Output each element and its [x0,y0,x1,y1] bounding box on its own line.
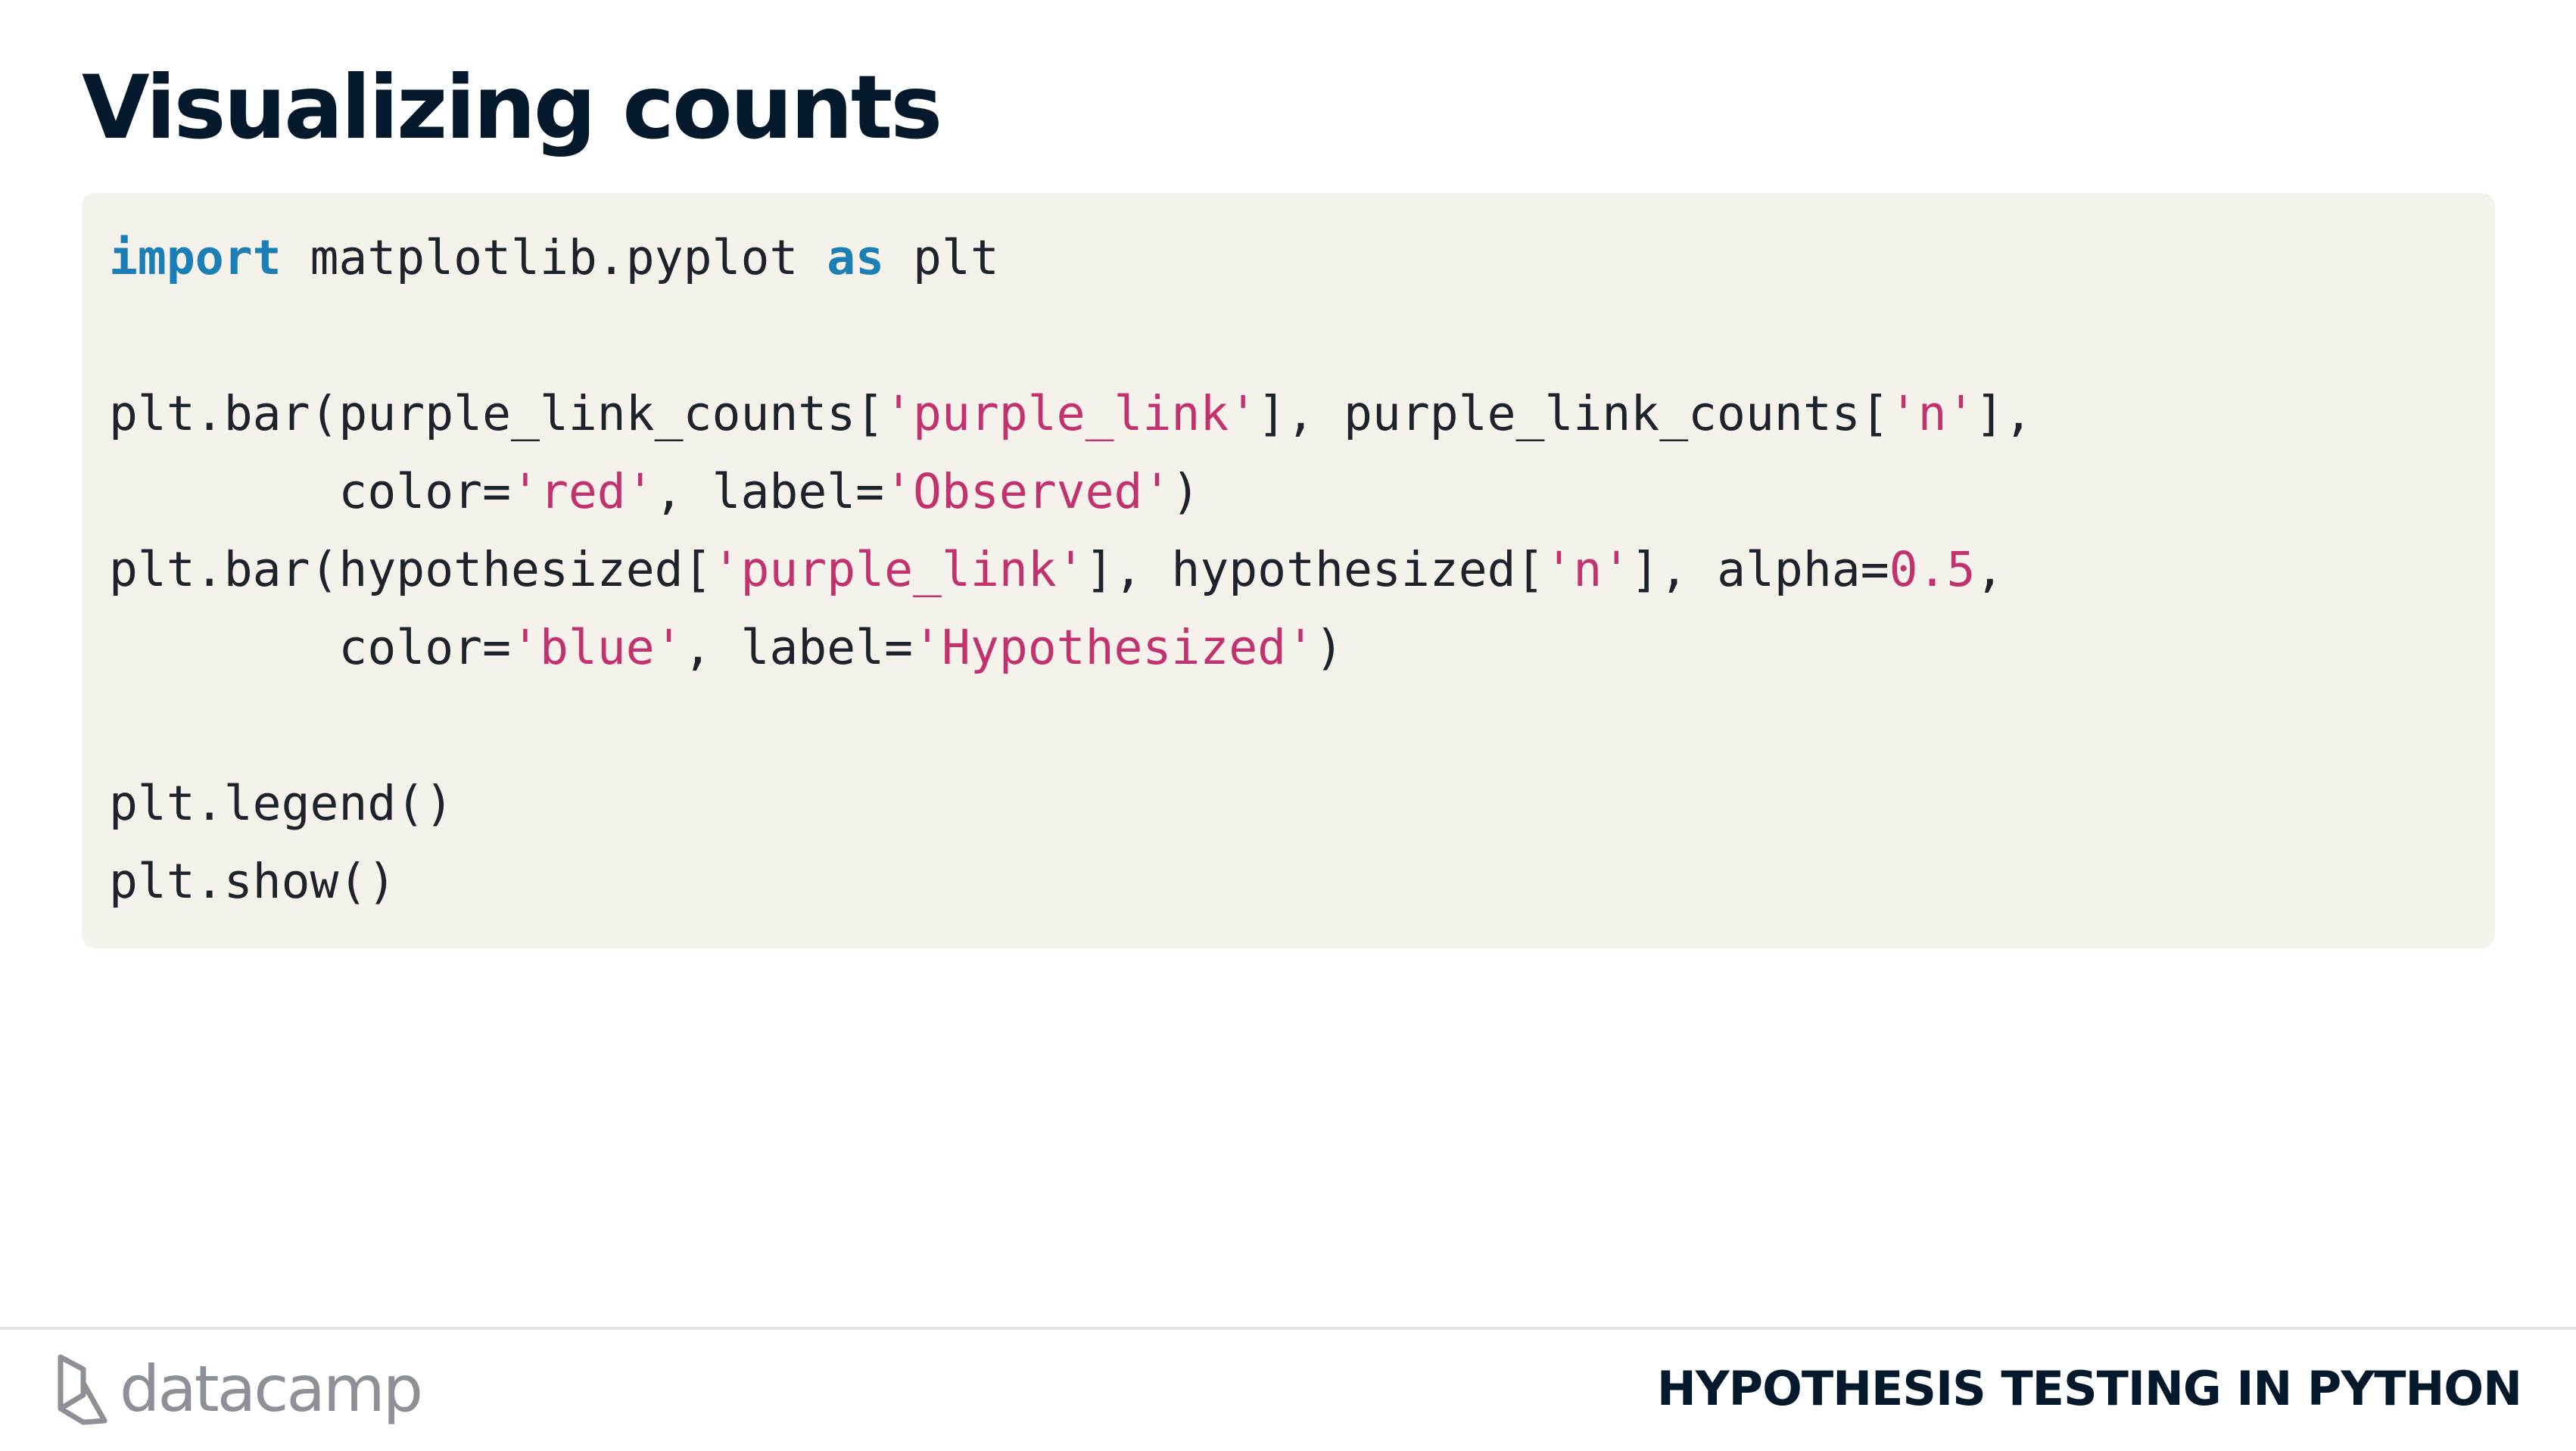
slide-title: Visualizing counts [82,57,942,159]
code-string: 'Hypothesized' [913,620,1316,675]
code-listing: import matplotlib.pyplot as plt plt.bar(p… [109,219,2032,920]
code-string: 'n' [1889,386,1976,441]
code-text: , [1975,542,2004,597]
code-line: plt.show() [109,842,2032,920]
code-line: import matplotlib.pyplot as plt [109,219,2032,297]
code-text: plt.show() [109,854,397,909]
code-text: ) [1315,620,1344,675]
code-text: ) [1171,464,1201,519]
code-text: ], [1975,386,2033,441]
code-text: matplotlib.pyplot [281,230,827,285]
code-text: plt.legend() [109,776,454,831]
code-string: 'red' [511,464,655,519]
code-string: 'Observed' [884,464,1172,519]
code-string: 'purple_link' [884,386,1258,441]
code-text: color= [109,620,512,675]
code-text: plt [884,230,999,285]
datacamp-logo-icon [58,1354,107,1425]
code-text: plt.bar(purple_link_counts[ [109,386,885,441]
code-text: ], alpha= [1631,542,1889,597]
course-name: HYPOTHESIS TESTING IN PYTHON [1656,1361,2522,1416]
brand-name: datacamp [120,1352,423,1426]
code-line: color='red', label='Observed') [109,453,2032,531]
code-line: plt.bar(purple_link_counts['purple_link'… [109,375,2032,453]
footer-divider [0,1327,2576,1330]
code-number: 0.5 [1889,542,1976,597]
code-line: plt.bar(hypothesized['purple_link'], hyp… [109,531,2032,609]
datacamp-logo: datacamp [53,1347,423,1431]
code-string: 'blue' [511,620,684,675]
code-block: import matplotlib.pyplot as plt plt.bar(p… [82,193,2495,948]
code-string: 'n' [1544,542,1631,597]
code-line: plt.legend() [109,764,2032,842]
code-text: plt.bar(hypothesized[ [109,542,712,597]
code-text: , label= [683,620,914,675]
code-text: color= [109,464,512,519]
code-text: ], purple_link_counts[ [1257,386,1889,441]
code-string: 'purple_link' [712,542,1086,597]
code-line: color='blue', label='Hypothesized') [109,609,2032,687]
code-text: ], hypothesized[ [1085,542,1545,597]
code-text: , label= [654,464,885,519]
code-keyword: as [827,230,885,285]
code-keyword: import [109,230,282,285]
